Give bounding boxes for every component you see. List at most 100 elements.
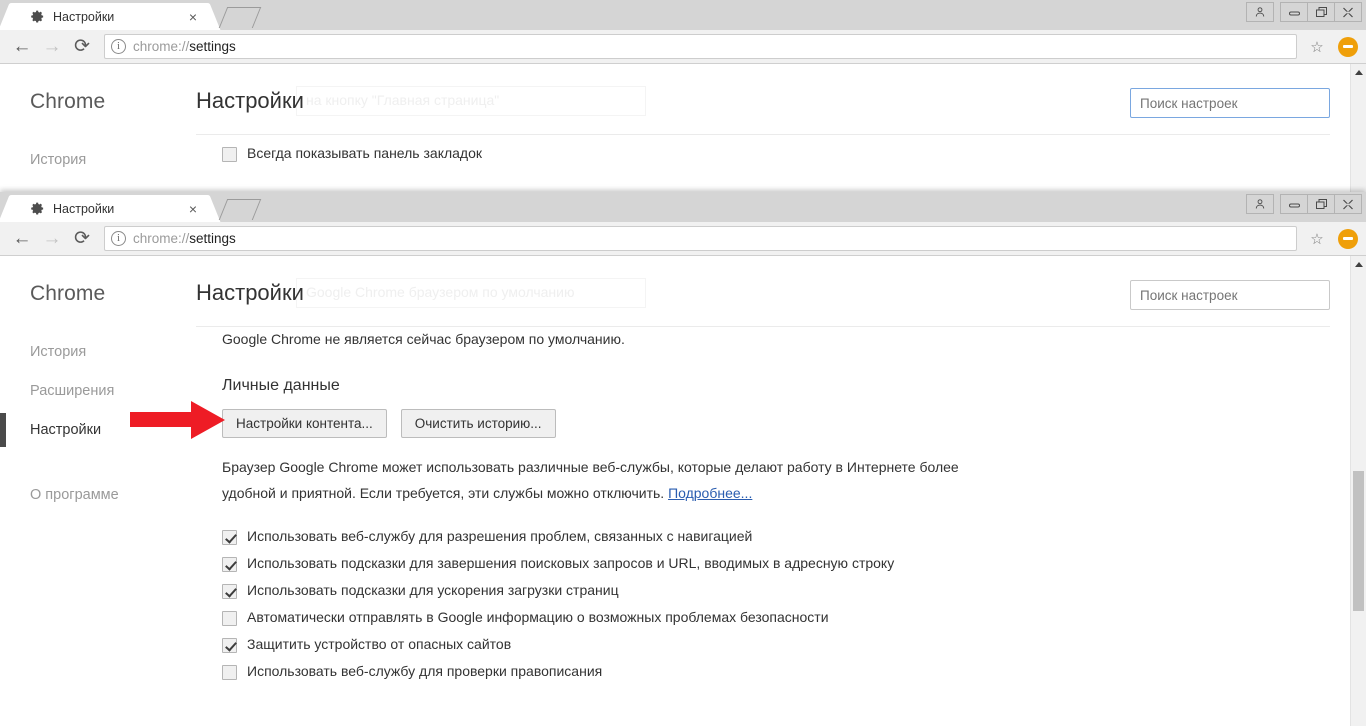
address-bar-foreground[interactable]: i chrome://settings bbox=[104, 226, 1297, 251]
setting-label: Использовать веб-службу для проверки пра… bbox=[247, 663, 602, 680]
close-button-background[interactable] bbox=[1334, 2, 1362, 22]
tab-strip-foreground: Настройки × bbox=[0, 192, 1366, 222]
ghost-button-outline-foreground bbox=[296, 278, 646, 308]
user-profile-icon[interactable] bbox=[1246, 194, 1274, 214]
new-tab-button-background[interactable] bbox=[219, 7, 261, 28]
forward-button-foreground: → bbox=[38, 225, 66, 253]
checkbox-prefetch-resources[interactable] bbox=[222, 584, 237, 599]
gear-icon bbox=[30, 9, 45, 24]
user-profile-icon[interactable] bbox=[1246, 2, 1274, 22]
web-services-description: Браузер Google Chrome может использовать… bbox=[222, 454, 962, 506]
new-tab-button-foreground[interactable] bbox=[219, 199, 261, 220]
setting-row-search-suggestions[interactable]: Использовать подсказки для завершения по… bbox=[196, 545, 1330, 572]
gear-icon bbox=[30, 201, 45, 216]
sidebar-item-label: История bbox=[30, 152, 86, 168]
setting-row-safe-browsing-reports[interactable]: Автоматически отправлять в Google информ… bbox=[196, 599, 1330, 626]
settings-search-input-foreground[interactable] bbox=[1130, 280, 1330, 310]
section-title-personal-data: Личные данные bbox=[222, 377, 1330, 395]
scroll-up-arrow-background[interactable] bbox=[1351, 64, 1366, 81]
reload-button-background[interactable]: ⟳ bbox=[68, 33, 96, 61]
description-text: Браузер Google Chrome может использовать… bbox=[222, 459, 959, 501]
window-caption-buttons-background bbox=[1247, 2, 1362, 22]
foreground-browser-window: Настройки × bbox=[0, 192, 1366, 728]
minimize-button-background[interactable] bbox=[1280, 2, 1308, 22]
settings-content-background: на кнопку "Главная страница" Настройки В… bbox=[196, 64, 1350, 199]
browser-toolbar-foreground: ← → ⟳ i chrome://settings ☆ bbox=[0, 222, 1366, 256]
sidebar-item-label: Расширения bbox=[30, 383, 114, 399]
sidebar-brand-background: Chrome bbox=[0, 90, 196, 114]
page-title-background: Настройки bbox=[196, 88, 304, 114]
setting-row-prefetch[interactable]: Использовать подсказки для ускорения заг… bbox=[196, 572, 1330, 599]
scrollbar-thumb-foreground[interactable] bbox=[1353, 471, 1364, 611]
reload-button-foreground[interactable]: ⟳ bbox=[68, 225, 96, 253]
setting-row-spellcheck[interactable]: Использовать веб-службу для проверки пра… bbox=[196, 653, 1330, 680]
settings-sidebar-background: Chrome История Расширения bbox=[0, 64, 196, 199]
clear-history-button[interactable]: Очистить историю... bbox=[401, 409, 556, 438]
settings-sidebar-foreground: Chrome История Расширения Настройки О пр… bbox=[0, 256, 196, 726]
sidebar-active-indicator bbox=[0, 413, 6, 447]
settings-page-foreground: Chrome История Расширения Настройки О пр… bbox=[0, 256, 1350, 726]
sidebar-item-settings[interactable]: Настройки bbox=[0, 410, 196, 449]
address-bar-background[interactable]: i chrome://settings bbox=[104, 34, 1297, 59]
adblock-icon-foreground[interactable] bbox=[1338, 229, 1358, 249]
checkbox-safe-browsing[interactable] bbox=[222, 638, 237, 653]
tab-strip-background: Настройки × bbox=[0, 0, 1366, 30]
bookmark-star-icon-background[interactable]: ☆ bbox=[1304, 34, 1330, 59]
sidebar-item-history[interactable]: История bbox=[0, 332, 196, 371]
close-icon[interactable]: × bbox=[185, 9, 201, 25]
browser-tab-settings-background[interactable]: Настройки × bbox=[12, 3, 207, 30]
checkbox-navigation-errors[interactable] bbox=[222, 530, 237, 545]
tab-title-foreground: Настройки bbox=[53, 202, 185, 216]
checkbox-search-suggestions[interactable] bbox=[222, 557, 237, 572]
browser-toolbar-background: ← → ⟳ i chrome://settings ☆ bbox=[0, 30, 1366, 64]
sidebar-item-label: Настройки bbox=[30, 422, 101, 438]
minimize-button-foreground[interactable] bbox=[1280, 194, 1308, 214]
sidebar-item-history-background[interactable]: История bbox=[0, 140, 196, 179]
content-settings-button[interactable]: Настройки контента... bbox=[222, 409, 387, 438]
setting-row-safe-browsing[interactable]: Защитить устройство от опасных сайтов bbox=[196, 626, 1330, 653]
page-viewport-foreground: Chrome История Расширения Настройки О пр… bbox=[0, 256, 1366, 726]
checkbox-spellcheck-service[interactable] bbox=[222, 665, 237, 680]
page-scrollbar-foreground[interactable] bbox=[1350, 256, 1366, 726]
setting-row-navigation-errors[interactable]: Использовать веб-службу для разрешения п… bbox=[196, 518, 1330, 545]
sidebar-item-label: О программе bbox=[30, 487, 119, 503]
browser-tab-settings-foreground[interactable]: Настройки × bbox=[12, 195, 207, 222]
sidebar-item-extensions[interactable]: Расширения bbox=[0, 371, 196, 410]
page-scrollbar-background[interactable] bbox=[1350, 64, 1366, 199]
settings-header-row-foreground: Google Chrome браузером по умолчанию Нас… bbox=[196, 280, 1330, 310]
adblock-icon-background[interactable] bbox=[1338, 37, 1358, 57]
close-icon[interactable]: × bbox=[185, 201, 201, 217]
page-title-foreground: Настройки bbox=[196, 280, 304, 306]
checkbox-safe-browsing-reports[interactable] bbox=[222, 611, 237, 626]
checkbox-always-show-bookmarks-bar[interactable] bbox=[222, 147, 237, 162]
settings-search-input-background[interactable] bbox=[1130, 88, 1330, 118]
page-info-icon[interactable]: i bbox=[111, 231, 126, 246]
setting-row-bookmarks-bar-background[interactable]: Всегда показывать панель закладок bbox=[196, 135, 1330, 162]
personal-data-button-row: Настройки контента... Очистить историю..… bbox=[222, 409, 1330, 438]
bookmark-star-icon-foreground[interactable]: ☆ bbox=[1304, 226, 1330, 251]
background-browser-window: Настройки × bbox=[0, 0, 1366, 200]
maximize-restore-button-background[interactable] bbox=[1307, 2, 1335, 22]
sidebar-item-about[interactable]: О программе bbox=[0, 475, 196, 514]
address-bar-url-background: chrome://settings bbox=[133, 39, 236, 54]
content-divider-foreground bbox=[196, 326, 1330, 327]
address-bar-url-foreground: chrome://settings bbox=[133, 231, 236, 246]
sidebar-brand-foreground: Chrome bbox=[0, 282, 196, 306]
scroll-up-arrow-foreground[interactable] bbox=[1351, 256, 1366, 273]
back-button-foreground[interactable]: ← bbox=[8, 225, 36, 253]
default-browser-note: Google Chrome не является сейчас браузер… bbox=[222, 331, 1330, 347]
page-viewport-background: Chrome История Расширения на кнопку "Гла… bbox=[0, 64, 1366, 199]
setting-label: Всегда показывать панель закладок bbox=[247, 145, 482, 162]
close-button-foreground[interactable] bbox=[1334, 194, 1362, 214]
setting-label: Использовать подсказки для ускорения заг… bbox=[247, 582, 619, 599]
tab-title-background: Настройки bbox=[53, 10, 185, 24]
maximize-restore-button-foreground[interactable] bbox=[1307, 194, 1335, 214]
settings-content-foreground: Google Chrome браузером по умолчанию Нас… bbox=[196, 256, 1350, 726]
web-services-checkbox-list: Использовать веб-службу для разрешения п… bbox=[196, 518, 1330, 680]
setting-label: Защитить устройство от опасных сайтов bbox=[247, 636, 511, 653]
back-button-background[interactable]: ← bbox=[8, 33, 36, 61]
learn-more-link[interactable]: Подробнее... bbox=[668, 485, 752, 501]
page-info-icon[interactable]: i bbox=[111, 39, 126, 54]
settings-page-background: Chrome История Расширения на кнопку "Гла… bbox=[0, 64, 1350, 199]
screen-root: Настройки × bbox=[0, 0, 1366, 728]
